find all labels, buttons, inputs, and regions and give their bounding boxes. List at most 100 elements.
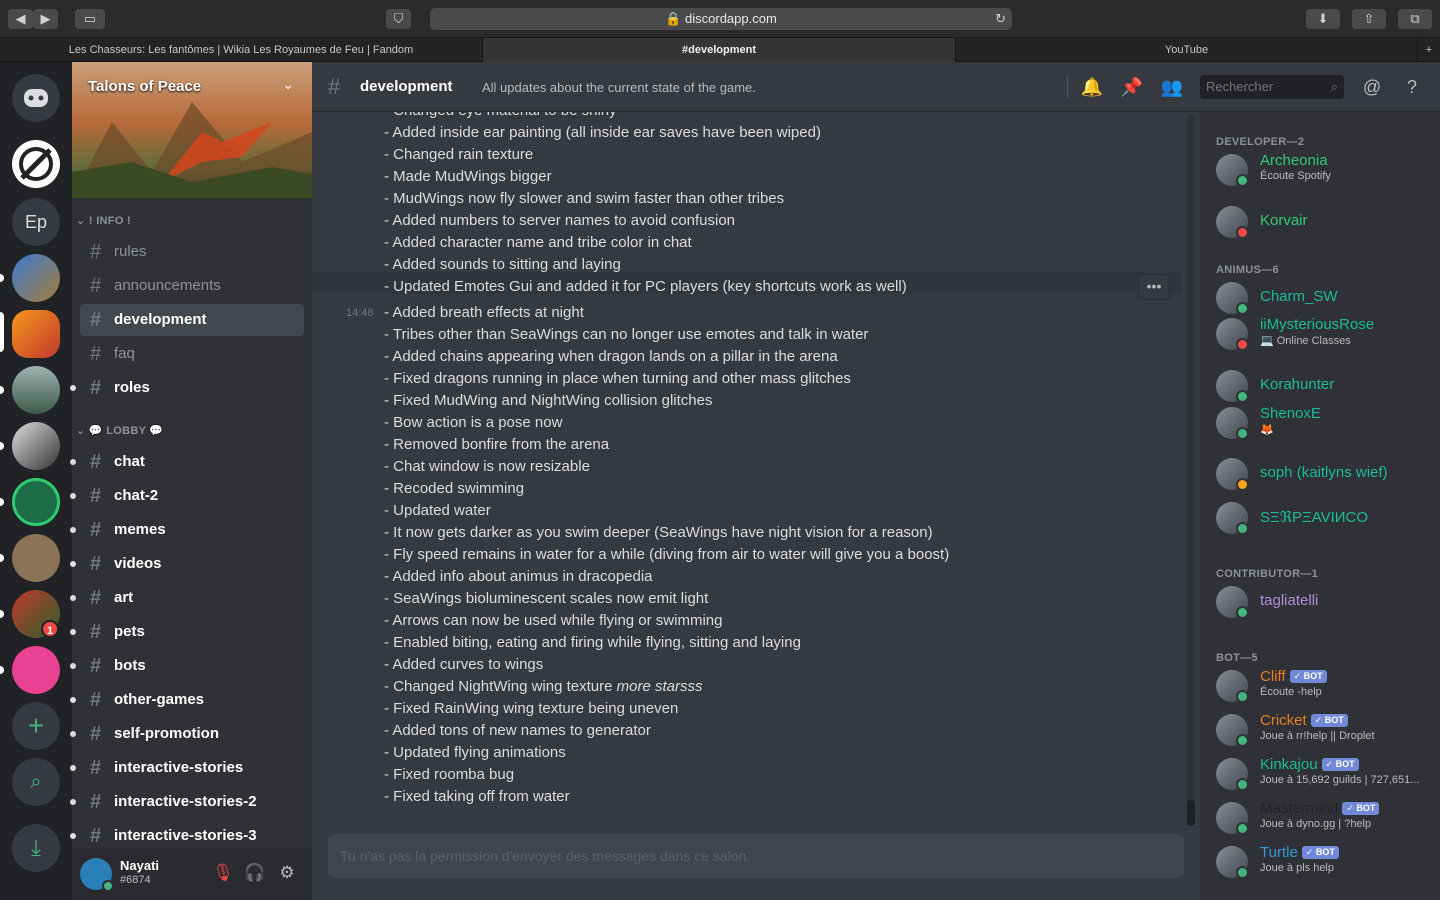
member-item[interactable]: Archeonia Écoute Spotify: [1216, 150, 1436, 190]
reload-icon[interactable]: ↻: [995, 8, 1006, 30]
channel-bots[interactable]: # bots: [70, 650, 304, 682]
member-name[interactable]: Cliff ✓ BOT: [1260, 668, 1327, 685]
server-icon-3[interactable]: [12, 254, 60, 302]
search-input[interactable]: Rechercher ⌕: [1200, 75, 1344, 99]
message-input[interactable]: Tu n'as pas la permission d'envoyer des …: [328, 834, 1184, 878]
add-server-icon[interactable]: +: [12, 702, 60, 750]
scrollbar-thumb[interactable]: [1187, 800, 1195, 826]
server-talons-of-peace[interactable]: [12, 310, 60, 358]
member-name[interactable]: Turtle ✓ BOT: [1260, 844, 1339, 861]
hash-icon: #: [90, 377, 102, 399]
member-item[interactable]: tagliatelli: [1216, 582, 1436, 622]
member-name[interactable]: SΞℜPΞAVIИCO: [1260, 508, 1368, 526]
channel-pets[interactable]: # pets: [70, 616, 304, 648]
sidebar-toggle-button[interactable]: ▭: [75, 9, 105, 29]
channel-chat[interactable]: # chat: [70, 446, 304, 478]
mute-microphone-icon[interactable]: 🎙: [212, 862, 234, 884]
server-icon-7[interactable]: [12, 478, 60, 526]
new-tab-button[interactable]: +: [1418, 38, 1440, 62]
back-button[interactable]: ◀: [8, 9, 33, 29]
bell-icon[interactable]: 🔔: [1080, 75, 1104, 99]
member-item[interactable]: Kinkajou ✓ BOT Joue à 15,692 guilds | 727,…: [1216, 754, 1436, 794]
channel-interactive-stories-2[interactable]: # interactive-stories-2: [70, 786, 304, 818]
discord-home-icon[interactable]: [12, 74, 60, 122]
pin-icon[interactable]: 📌: [1120, 75, 1144, 99]
server-icon-1[interactable]: [12, 140, 60, 188]
member-item[interactable]: Mastermind ✓ BOT Joue à dyno.gg | ?help: [1216, 798, 1436, 838]
server-icon-10[interactable]: [12, 646, 60, 694]
member-name[interactable]: ShenoxE: [1260, 405, 1321, 422]
forward-button[interactable]: ▶: [33, 9, 58, 29]
server-banner[interactable]: Talons of Peace ⌄: [72, 62, 312, 198]
member-item[interactable]: soph (kaitlyns wief): [1216, 454, 1436, 494]
member-item[interactable]: Turtle ✓ BOT Joue à pls help: [1216, 842, 1436, 882]
member-list: DEVELOPER—2 Archeonia Écoute Spotify Korvai…: [1200, 112, 1440, 900]
tabs-overview-button[interactable]: ⧉: [1398, 9, 1432, 29]
tab-fandom[interactable]: Les Chasseurs: Les fantômes | Wikia Les …: [0, 38, 483, 62]
chevron-down-icon[interactable]: ⌄: [282, 76, 294, 93]
download-apps-icon[interactable]: ⤓: [12, 824, 60, 872]
role-header: CONTRIBUTOR—1: [1216, 568, 1319, 580]
server-icon-5[interactable]: [12, 366, 60, 414]
channel-art[interactable]: # art: [70, 582, 304, 614]
server-icon-8[interactable]: [12, 534, 60, 582]
channel-topic[interactable]: All updates about the current state of t…: [482, 80, 756, 95]
username[interactable]: Nayati: [120, 858, 159, 873]
channel-label: interactive-stories-3: [114, 827, 257, 844]
member-item[interactable]: Charm_SW: [1216, 278, 1436, 318]
member-activity: Joue à dyno.gg | ?help: [1260, 818, 1372, 830]
share-button[interactable]: ⇧: [1352, 9, 1386, 29]
channel-rules[interactable]: # rules: [80, 236, 304, 268]
member-item[interactable]: Cricket ✓ BOT Joue à rr!help || Droplet: [1216, 710, 1436, 750]
member-item[interactable]: Cliff ✓ BOT Écoute -help: [1216, 666, 1436, 706]
server-icon-6[interactable]: [12, 422, 60, 470]
category-info[interactable]: ⌄ ! INFO !: [76, 214, 131, 227]
member-name[interactable]: Kinkajou ✓ BOT: [1260, 756, 1359, 773]
gear-icon[interactable]: ⚙: [276, 862, 298, 884]
member-item[interactable]: iiMysteriousRose 💻 Online Classes: [1216, 314, 1436, 354]
channel-memes[interactable]: # memes: [70, 514, 304, 546]
member-item[interactable]: SΞℜPΞAVIИCO: [1216, 498, 1436, 538]
scrollbar-track[interactable]: [1187, 114, 1195, 826]
more-options-icon[interactable]: •••: [1138, 274, 1170, 300]
channel-development[interactable]: # development: [80, 304, 304, 336]
member-name[interactable]: Korvair: [1260, 212, 1308, 229]
download-button[interactable]: ⬇: [1306, 9, 1340, 29]
channel-interactive-stories[interactable]: # interactive-stories: [70, 752, 304, 784]
mention-icon[interactable]: @: [1360, 75, 1384, 99]
shield-icon[interactable]: ⛉: [386, 9, 411, 29]
member-item[interactable]: ShenoxE 🦊: [1216, 403, 1436, 443]
channel-label: interactive-stories: [114, 759, 244, 776]
member-item[interactable]: Korahunter: [1216, 366, 1436, 406]
member-name[interactable]: soph (kaitlyns wief): [1260, 464, 1388, 481]
headphones-icon[interactable]: 🎧: [244, 862, 266, 884]
channel-other-games[interactable]: # other-games: [70, 684, 304, 716]
hash-icon: #: [90, 757, 102, 779]
member-name[interactable]: tagliatelli: [1260, 592, 1318, 609]
member-list-icon[interactable]: 👥: [1160, 75, 1184, 99]
member-name[interactable]: Cricket ✓ BOT: [1260, 712, 1348, 729]
member-name-text: Korahunter: [1260, 376, 1335, 393]
channel-chat-2[interactable]: # chat-2: [70, 480, 304, 512]
channel-faq[interactable]: # faq: [80, 338, 304, 370]
channel-self-promotion[interactable]: # self-promotion: [70, 718, 304, 750]
channel-videos[interactable]: # videos: [70, 548, 304, 580]
explore-servers-icon[interactable]: ⌕: [12, 758, 60, 806]
tab-youtube[interactable]: YouTube: [956, 38, 1418, 62]
unread-dot: [70, 833, 76, 839]
category-lobby[interactable]: ⌄ 💬 LOBBY 💬: [76, 424, 163, 437]
channel-roles[interactable]: # roles: [70, 372, 304, 404]
server-ep[interactable]: Ep: [12, 198, 60, 246]
help-icon[interactable]: ?: [1400, 75, 1424, 99]
server-name: Talons of Peace: [88, 78, 202, 95]
address-bar[interactable]: 🔒 discordapp.com ↻: [430, 8, 1012, 30]
unread-pill: [0, 274, 4, 282]
member-name[interactable]: iiMysteriousRose: [1260, 316, 1374, 333]
member-name[interactable]: Mastermind ✓ BOT: [1260, 800, 1380, 817]
member-name[interactable]: Archeonia: [1260, 152, 1328, 169]
tab-development[interactable]: #development: [483, 38, 956, 62]
channel-announcements[interactable]: # announcements: [80, 270, 304, 302]
member-item[interactable]: Korvair: [1216, 202, 1436, 242]
member-name[interactable]: Charm_SW: [1260, 288, 1338, 305]
member-name[interactable]: Korahunter: [1260, 376, 1334, 393]
